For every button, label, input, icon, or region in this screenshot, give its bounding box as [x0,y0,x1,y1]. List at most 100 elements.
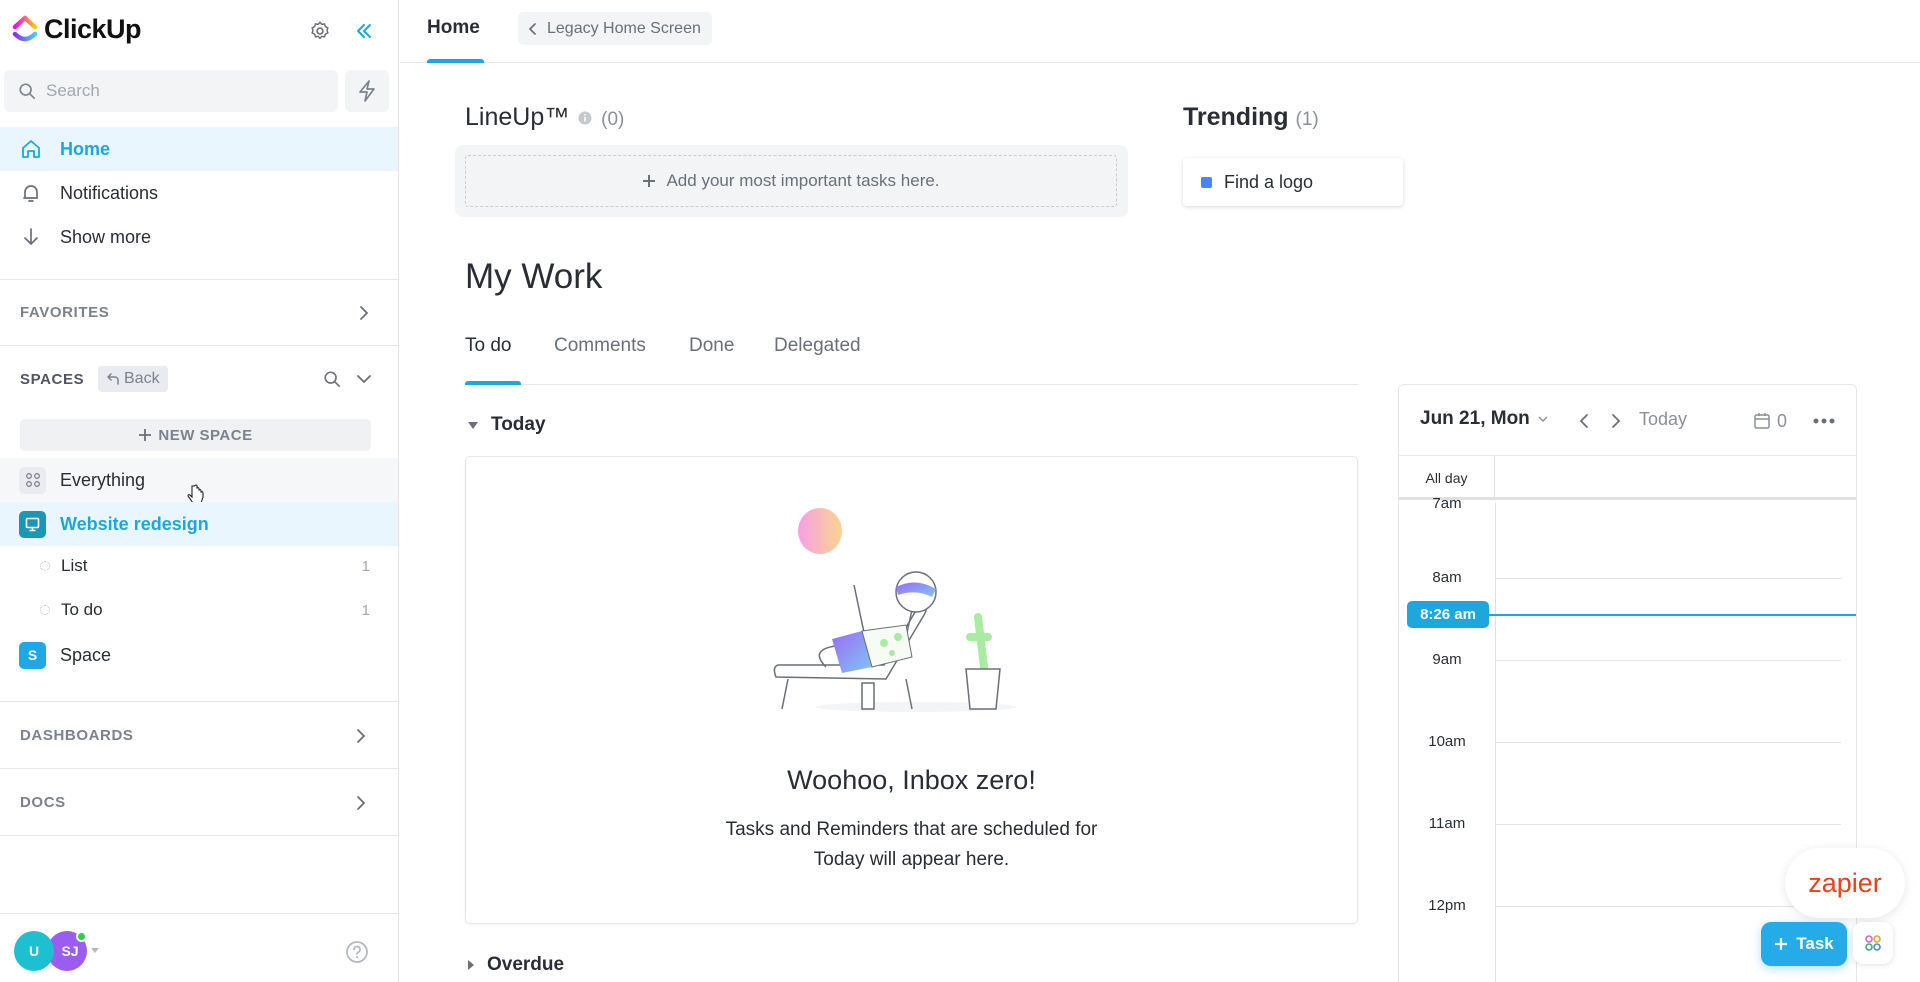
tab-to-do[interactable]: To do [465,335,511,357]
quick-actions-button[interactable] [345,70,389,112]
caret-down-icon [468,421,478,429]
divider [0,701,398,702]
zapier-button[interactable]: zapier [1785,848,1905,918]
lineup-title: LineUp™ [465,103,570,131]
clickup-logo-icon [12,15,38,41]
group-overdue-label: Overdue [487,954,565,975]
calendar-icon [1754,413,1770,429]
settings-button[interactable] [306,17,334,45]
space-badge: S [19,641,46,669]
current-time-badge: 8:26 am [1407,601,1489,628]
chevron-right-icon [360,306,369,320]
list-item-to-do[interactable]: To do 1 [0,590,398,630]
sidebar-item-everything[interactable]: Everything [0,458,398,504]
plus-icon [1775,938,1788,950]
tab-active-indicator [465,381,521,385]
space-space[interactable]: S Space [0,633,398,677]
calendar-more-button[interactable] [1811,410,1837,432]
calendar-today-button[interactable]: Today [1639,409,1687,430]
monitor-icon [25,517,40,531]
sidebar-item-label: Website redesign [60,513,209,534]
tab-home[interactable]: Home [427,17,480,39]
caret-down-icon[interactable] [90,947,100,954]
lineup-heading: LineUp™ (0) [465,103,624,132]
everything-icon [19,466,46,494]
avatar-u[interactable]: U [14,931,54,971]
info-icon[interactable] [578,111,592,125]
sidebar-item-label: Notifications [60,182,159,203]
sidebar-item-home[interactable]: Home [0,127,398,171]
my-work-tabs: To do Comments Done Delegated [465,335,1358,385]
new-task-button[interactable]: Task [1761,922,1847,966]
new-space-label: NEW SPACE [158,426,253,444]
apps-grid-icon [1865,935,1881,951]
group-today-label: Today [491,414,546,435]
chevron-right-icon [1612,414,1621,428]
tab-done[interactable]: Done [689,335,734,357]
all-day-label: All day [1399,456,1495,500]
undo-arrow-icon [107,373,119,385]
calendar-time-grid[interactable]: 7am 8am 9am 10am 11am 12pm 8:26 am [1399,495,1856,982]
tab-active-indicator [427,59,484,63]
trending-title: Trending [1183,103,1289,131]
online-status-dot [76,931,87,942]
sidebar-item-label: Show more [60,226,152,247]
clickup-logo[interactable]: ClickUp [12,14,142,45]
zapier-logo: zapier [1808,867,1882,898]
hour-label: 9am [1432,651,1462,668]
apps-button[interactable] [1853,922,1893,964]
list-status-icon [40,561,50,571]
divider [0,768,398,769]
relaxing-person-illustration [773,508,1016,712]
list-label: List [61,556,88,575]
main-content: Home Legacy Home Screen LineUp™ (0) Add … [400,0,1920,982]
calendar-events-count[interactable]: 0 [1749,408,1791,434]
add-lineup-label: Add your most important tasks here. [666,171,940,190]
new-space-button[interactable]: NEW SPACE [20,419,371,451]
list-item-list[interactable]: List 1 [0,546,398,586]
plus-icon [643,175,656,187]
plus-icon [139,429,152,441]
lineup-container: Add your most important tasks here. [455,145,1128,217]
chevron-left-icon [1579,414,1588,428]
calendar-all-day-row[interactable]: All day [1399,456,1856,500]
hour-label: 7am [1432,495,1462,512]
current-time-line [1489,614,1856,616]
calendar-prev-button[interactable] [1574,410,1594,432]
chevron-right-icon [357,796,366,810]
dashboards-expand-button[interactable] [351,724,371,748]
spaces-collapse-button[interactable] [352,367,376,391]
calendar-next-button[interactable] [1606,410,1626,432]
add-lineup-task-button[interactable]: Add your most important tasks here. [465,155,1117,207]
help-button[interactable] [343,938,371,966]
chevron-down-icon [1538,416,1548,422]
sidebar-header: ClickUp [0,0,399,60]
group-overdue-toggle[interactable]: Overdue [467,954,564,976]
spaces-back-button[interactable]: Back [98,366,168,392]
favorites-expand-button[interactable] [354,301,374,325]
sidebar-item-label: Everything [60,469,146,490]
tab-comments[interactable]: Comments [554,335,646,357]
dashboards-heading[interactable]: DASHBOARDS [20,727,134,744]
trending-task-card[interactable]: Find a logo [1183,158,1403,206]
divider [0,835,398,836]
tab-delegated[interactable]: Delegated [774,335,861,357]
home-icon [22,140,40,158]
docs-heading[interactable]: DOCS [20,794,66,811]
legacy-home-screen-button[interactable]: Legacy Home Screen [518,12,712,45]
hour-line [1496,824,1841,825]
search-input[interactable]: Search [4,70,338,112]
caret-right-icon [468,960,474,970]
trending-heading: Trending (1) [1183,103,1319,132]
sidebar-item-show-more[interactable]: Show more [0,215,398,259]
divider [0,279,398,280]
spaces-search-button[interactable] [320,367,344,391]
group-today-toggle[interactable]: Today [467,414,546,436]
search-icon [19,83,36,100]
collapse-sidebar-button[interactable] [350,17,378,45]
sidebar-item-notifications[interactable]: Notifications [0,171,398,215]
favorites-heading[interactable]: FAVORITES [20,304,109,321]
calendar-date-picker[interactable]: Jun 21, Mon [1420,408,1548,430]
space-website-redesign[interactable]: Website redesign [0,502,398,546]
docs-expand-button[interactable] [351,791,371,815]
